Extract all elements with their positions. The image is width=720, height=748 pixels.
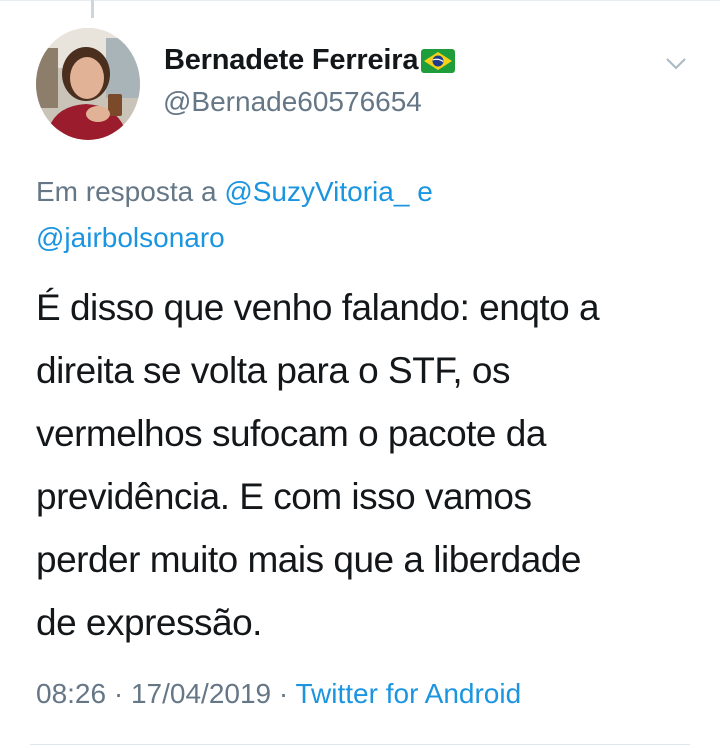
thread-connector-line bbox=[91, 0, 94, 18]
tweet-metadata: 08:26 · 17/04/2019 · Twitter for Android bbox=[36, 678, 521, 710]
bottom-divider bbox=[30, 744, 690, 745]
reply-prefix: Em resposta a bbox=[36, 176, 225, 207]
top-divider bbox=[0, 0, 720, 1]
tweet-text-line: previdência. E com isso vamos bbox=[36, 476, 532, 517]
avatar[interactable] bbox=[36, 28, 140, 140]
reply-context: Em resposta a @SuzyVitoria_ e bbox=[36, 176, 433, 208]
mention-link[interactable]: @jairbolsonaro bbox=[36, 222, 225, 253]
tweet-source-link[interactable]: Twitter for Android bbox=[296, 678, 522, 709]
separator-dot: · bbox=[271, 678, 296, 709]
chevron-down-icon[interactable] bbox=[664, 56, 688, 72]
tweet-text-line: de expressão. bbox=[36, 602, 262, 643]
tweet-date[interactable]: 17/04/2019 bbox=[131, 678, 271, 709]
tweet-text-line: É disso que venho falando: enqto a bbox=[36, 287, 600, 328]
tweet-time[interactable]: 08:26 bbox=[36, 678, 106, 709]
author-name[interactable]: Bernadete Ferreira bbox=[164, 44, 419, 77]
separator-dot: · bbox=[106, 678, 131, 709]
reply-connector: e bbox=[409, 176, 433, 207]
tweet-text: É disso que venho falando: enqto a direi… bbox=[36, 276, 696, 654]
mention-link[interactable]: @SuzyVitoria_ bbox=[224, 176, 409, 207]
reply-context-line-2: @jairbolsonaro bbox=[36, 222, 225, 254]
author-handle[interactable]: @Bernade60576654 bbox=[163, 86, 422, 118]
tweet-text-line: direita se volta para o STF, os bbox=[36, 350, 510, 391]
brazil-flag-icon bbox=[421, 48, 456, 73]
tweet-text-line: vermelhos sufocam o pacote da bbox=[36, 413, 546, 454]
author-name-row[interactable]: Bernadete Ferreira bbox=[164, 44, 456, 77]
tweet-text-line: perder muito mais que a liberdade bbox=[36, 539, 582, 580]
